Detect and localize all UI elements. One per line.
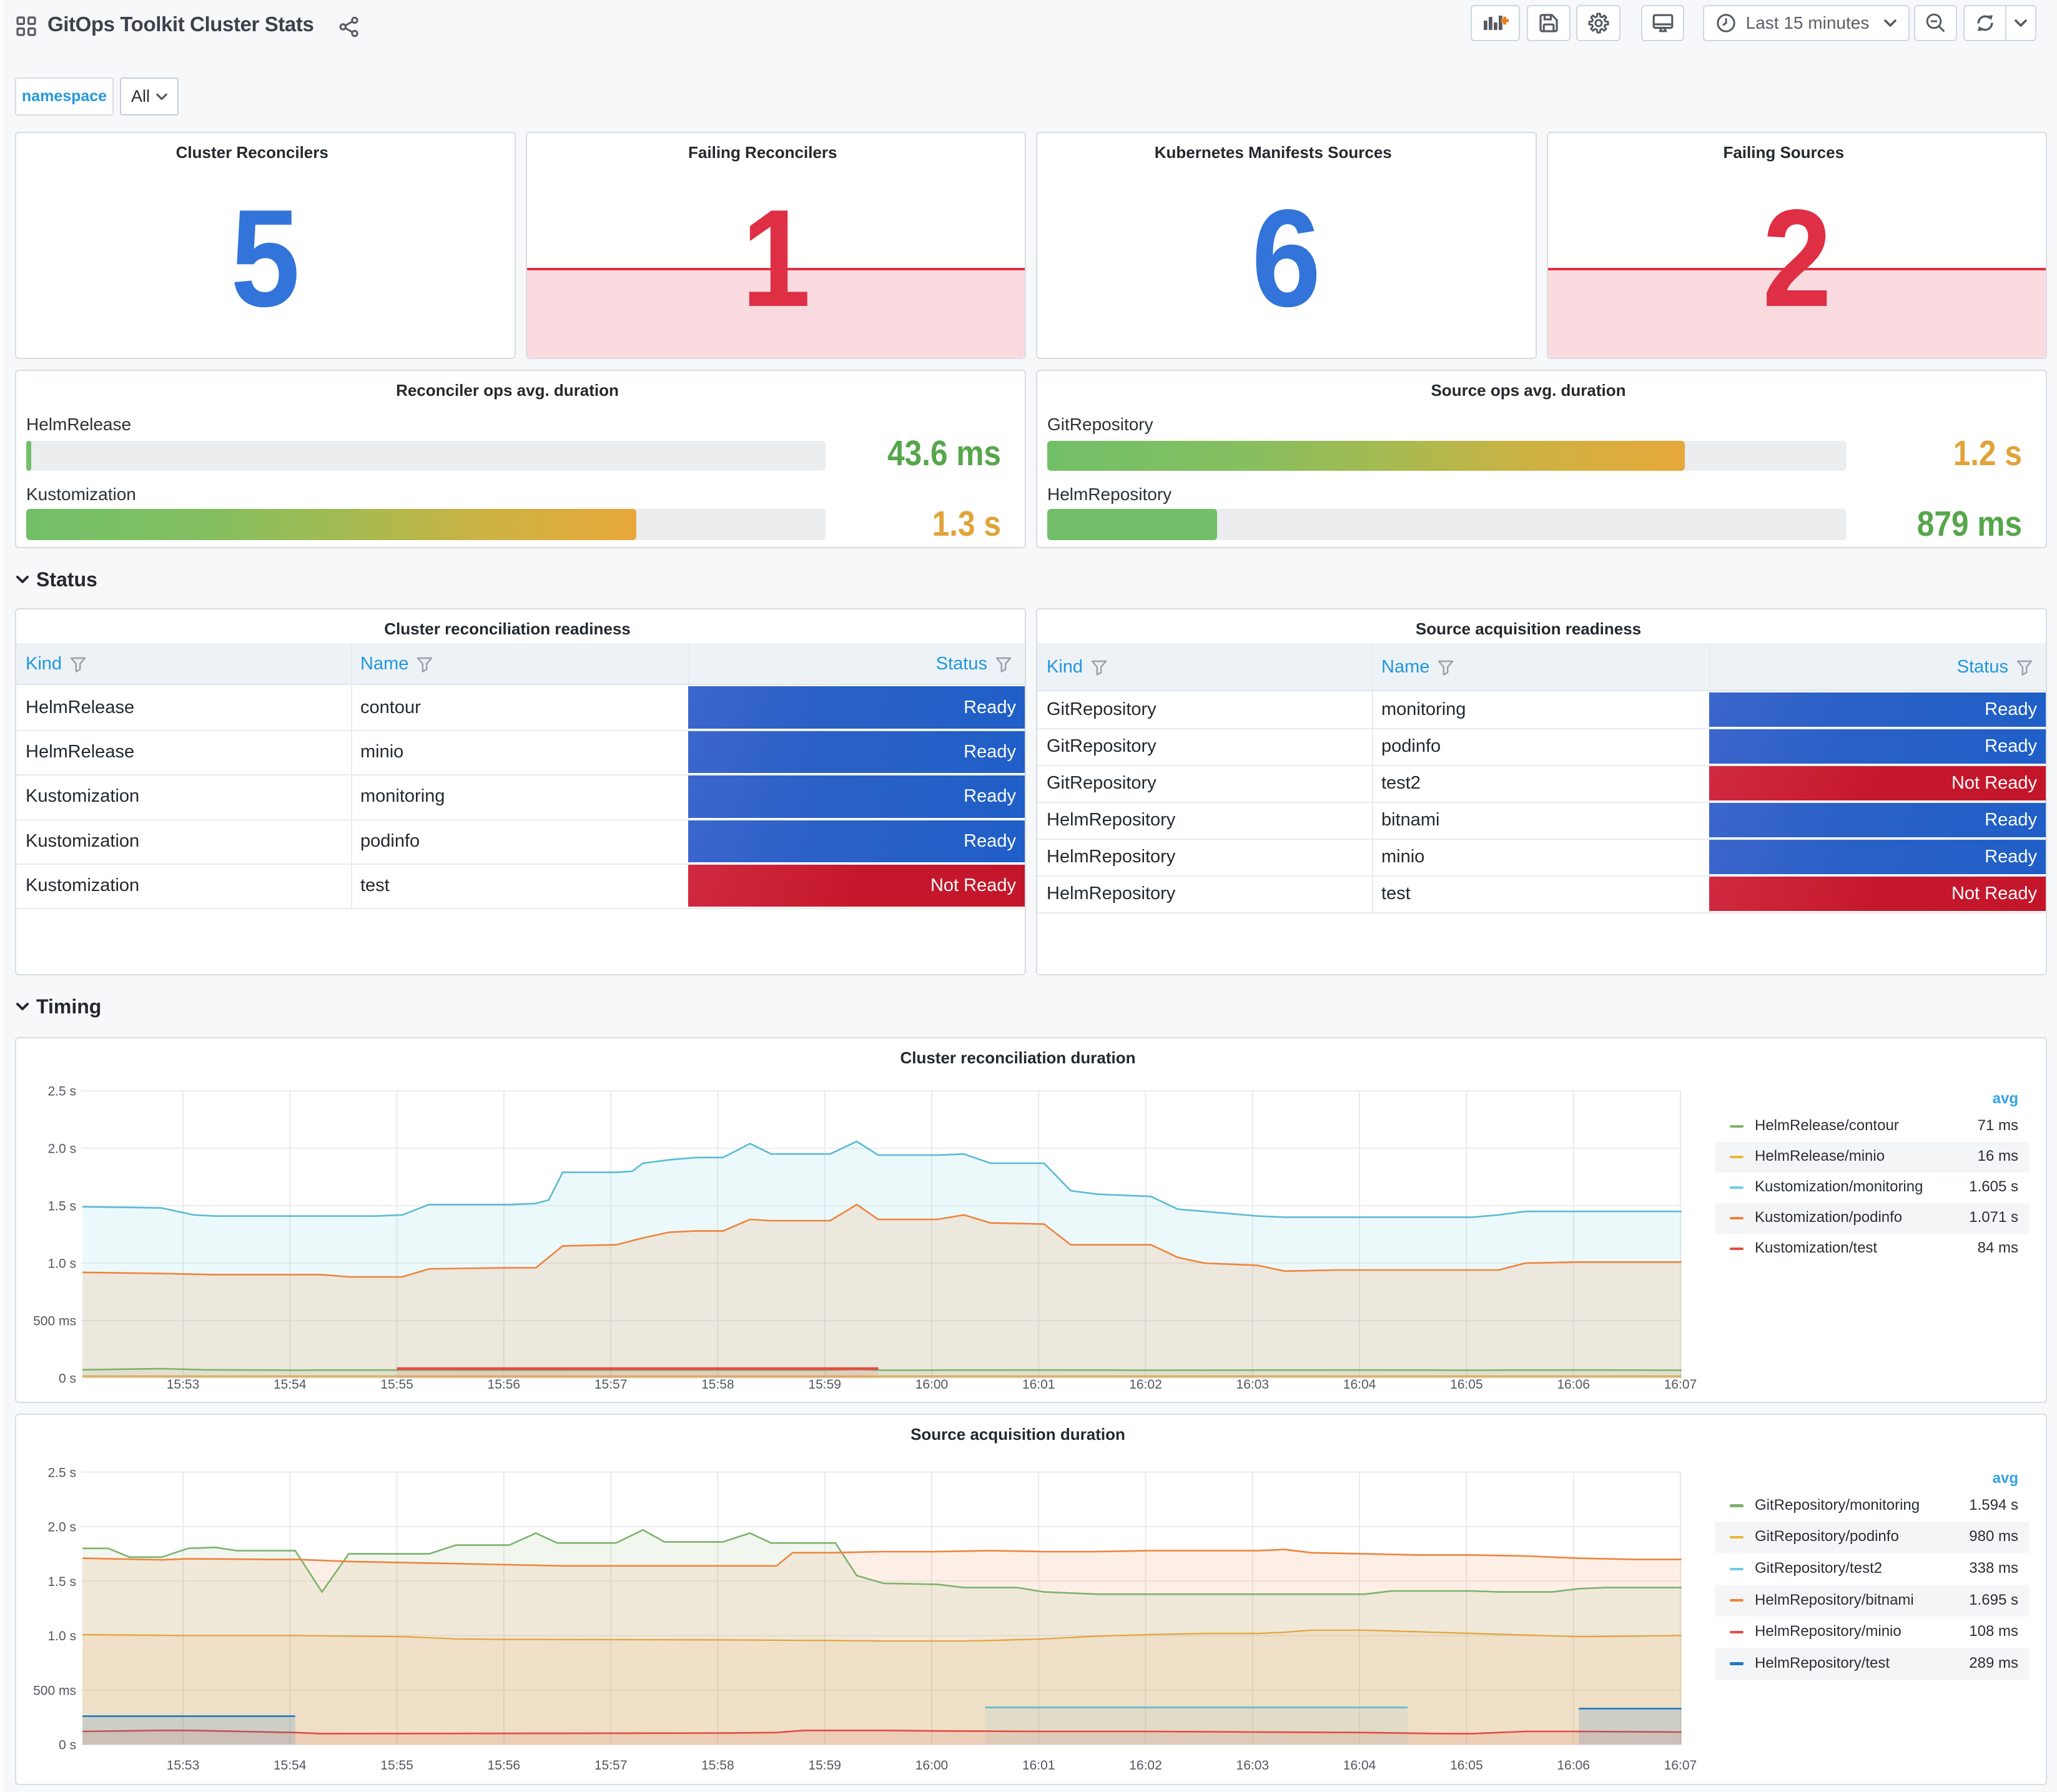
svg-text:15:57: 15:57 [594, 1758, 628, 1773]
svg-text:500 ms: 500 ms [33, 1314, 76, 1329]
svg-text:16:05: 16:05 [1450, 1758, 1483, 1773]
svg-text:16:01: 16:01 [1022, 1377, 1055, 1392]
svg-text:16:03: 16:03 [1236, 1758, 1270, 1773]
svg-text:16:00: 16:00 [915, 1377, 949, 1392]
svg-text:16:01: 16:01 [1022, 1758, 1055, 1773]
svg-text:15:56: 15:56 [488, 1377, 521, 1392]
svg-text:15:56: 15:56 [488, 1758, 521, 1773]
svg-text:16:03: 16:03 [1236, 1377, 1270, 1392]
svg-text:0 s: 0 s [59, 1738, 76, 1753]
svg-text:16:04: 16:04 [1343, 1377, 1376, 1392]
svg-text:2.0 s: 2.0 s [47, 1520, 76, 1535]
svg-text:15:58: 15:58 [701, 1377, 734, 1392]
svg-text:16:04: 16:04 [1343, 1758, 1376, 1773]
svg-text:15:53: 15:53 [167, 1758, 200, 1773]
svg-text:1.5 s: 1.5 s [47, 1199, 76, 1214]
svg-text:0 s: 0 s [59, 1372, 76, 1386]
svg-text:16:00: 16:00 [915, 1758, 949, 1773]
svg-text:16:02: 16:02 [1129, 1377, 1162, 1392]
svg-text:16:06: 16:06 [1557, 1377, 1590, 1392]
svg-text:15:54: 15:54 [274, 1377, 307, 1392]
svg-text:15:59: 15:59 [808, 1377, 841, 1392]
svg-text:15:59: 15:59 [808, 1758, 841, 1773]
svg-text:1.5 s: 1.5 s [47, 1575, 76, 1589]
svg-text:500 ms: 500 ms [33, 1683, 76, 1698]
svg-text:1.0 s: 1.0 s [47, 1257, 76, 1271]
svg-text:15:53: 15:53 [167, 1377, 200, 1392]
svg-text:16:07: 16:07 [1664, 1758, 1697, 1773]
svg-text:15:57: 15:57 [594, 1377, 628, 1392]
svg-text:2.5 s: 2.5 s [47, 1465, 76, 1480]
svg-text:15:54: 15:54 [274, 1758, 307, 1773]
svg-text:15:55: 15:55 [380, 1377, 413, 1392]
svg-text:15:55: 15:55 [380, 1758, 413, 1773]
svg-text:15:58: 15:58 [701, 1758, 734, 1773]
svg-text:16:02: 16:02 [1129, 1758, 1162, 1773]
svg-text:2.5 s: 2.5 s [47, 1085, 76, 1099]
svg-text:16:05: 16:05 [1450, 1377, 1483, 1392]
svg-text:1.0 s: 1.0 s [47, 1629, 76, 1643]
svg-text:16:06: 16:06 [1557, 1758, 1590, 1773]
svg-text:16:07: 16:07 [1664, 1377, 1697, 1392]
svg-text:2.0 s: 2.0 s [47, 1142, 76, 1156]
